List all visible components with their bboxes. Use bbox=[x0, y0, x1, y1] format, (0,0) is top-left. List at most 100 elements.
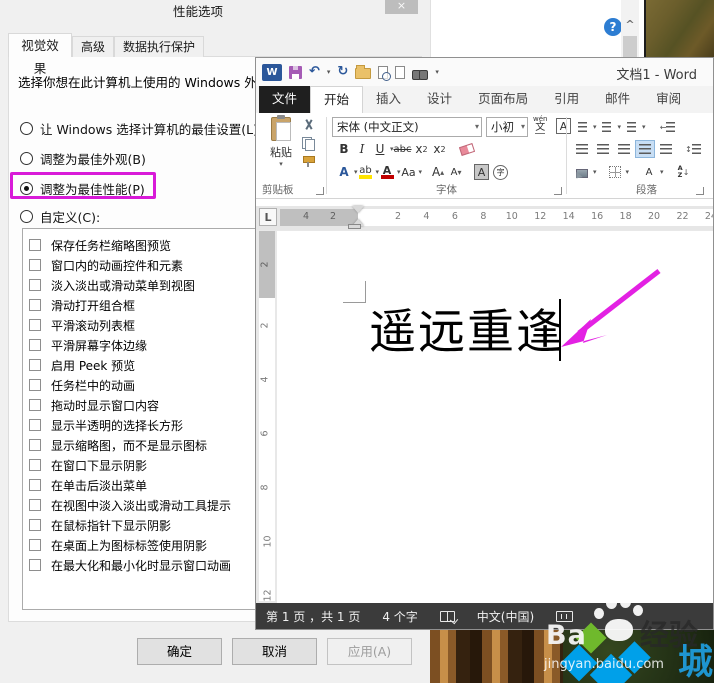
scroll-up-icon[interactable]: ^ bbox=[623, 18, 637, 32]
open-folder-icon[interactable] bbox=[355, 68, 371, 79]
ok-button[interactable]: 确定 bbox=[137, 638, 222, 665]
asian-layout-button[interactable]: A bbox=[639, 163, 659, 181]
visual-effect-item[interactable]: 在最大化和最小化时显示窗口动画 bbox=[29, 555, 231, 575]
asian-layout-dropdown-icon[interactable]: ▾ bbox=[660, 168, 664, 176]
subscript-button[interactable]: x2 bbox=[414, 140, 430, 158]
page-indicator[interactable]: 第 1 页 ，共 1 页 bbox=[266, 608, 360, 625]
bullets-button[interactable] bbox=[572, 118, 592, 136]
phonetic-guide-button[interactable]: wén文 bbox=[533, 116, 547, 134]
italic-button[interactable]: I bbox=[354, 140, 370, 158]
character-shading-button[interactable]: A bbox=[474, 164, 489, 180]
new-document-icon[interactable] bbox=[395, 66, 405, 79]
paste-button[interactable]: 粘贴 ▾ bbox=[264, 117, 298, 181]
checkbox-icon[interactable] bbox=[29, 379, 41, 391]
checkbox-icon[interactable] bbox=[29, 539, 41, 551]
find-binoculars-icon[interactable] bbox=[412, 70, 428, 79]
format-painter-icon[interactable] bbox=[302, 155, 314, 167]
text-effects-button[interactable]: A bbox=[336, 163, 352, 181]
scrollbar-thumb[interactable] bbox=[623, 36, 637, 57]
clear-formatting-icon[interactable] bbox=[458, 143, 474, 156]
radio-icon[interactable] bbox=[20, 122, 33, 135]
visual-effect-item[interactable]: 滑动打开组合框 bbox=[29, 295, 135, 315]
checkbox-icon[interactable] bbox=[29, 399, 41, 411]
save-icon[interactable] bbox=[289, 66, 302, 79]
visual-effect-item[interactable]: 在窗口下显示阴影 bbox=[29, 455, 147, 475]
tab-references[interactable]: 引用 bbox=[541, 86, 592, 113]
paragraph-dialog-launcher-icon[interactable] bbox=[696, 187, 704, 195]
visual-effect-item[interactable]: 启用 Peek 预览 bbox=[29, 355, 135, 375]
font-name-combobox[interactable]: 宋体 (中文正文) ▾ bbox=[332, 117, 482, 137]
justify-button[interactable] bbox=[635, 140, 655, 158]
line-spacing-button[interactable]: ↕ bbox=[683, 140, 703, 158]
tab-mailings[interactable]: 邮件 bbox=[592, 86, 643, 113]
radio-selected-icon[interactable] bbox=[20, 182, 33, 195]
background-scrollbar[interactable]: ^ bbox=[621, 0, 639, 57]
shading-button[interactable] bbox=[572, 163, 592, 181]
chevron-down-icon[interactable]: ▾ bbox=[475, 118, 479, 136]
checkbox-icon[interactable] bbox=[29, 319, 41, 331]
visual-effect-item[interactable]: 拖动时显示窗口内容 bbox=[29, 395, 159, 415]
visual-effect-item[interactable]: 显示缩略图，而不是显示图标 bbox=[29, 435, 207, 455]
checkbox-icon[interactable] bbox=[29, 459, 41, 471]
superscript-button[interactable]: x2 bbox=[432, 140, 448, 158]
checkbox-icon[interactable] bbox=[29, 439, 41, 451]
checkbox-icon[interactable] bbox=[29, 479, 41, 491]
checkbox-icon[interactable] bbox=[29, 239, 41, 251]
chevron-down-icon[interactable]: ▾ bbox=[521, 118, 525, 136]
shrink-font-button[interactable]: A▾ bbox=[448, 163, 464, 181]
bold-button[interactable]: B bbox=[336, 140, 352, 158]
change-case-button[interactable]: Aa bbox=[401, 163, 417, 181]
grow-font-button[interactable]: A▴ bbox=[430, 163, 446, 181]
checkbox-icon[interactable] bbox=[29, 299, 41, 311]
checkbox-icon[interactable] bbox=[29, 259, 41, 271]
numbering-button[interactable] bbox=[597, 118, 617, 136]
word-titlebar[interactable]: W ↶ ▾ ↻ ▾ 文档1 - Word bbox=[256, 58, 713, 86]
visual-effect-item[interactable]: 在视图中淡入淡出或滑动工具提示 bbox=[29, 495, 231, 515]
help-icon[interactable]: ? bbox=[604, 18, 622, 36]
copy-icon[interactable] bbox=[302, 137, 314, 149]
visual-effect-item[interactable]: 平滑屏幕字体边缘 bbox=[29, 335, 147, 355]
shading-dropdown-icon[interactable]: ▾ bbox=[593, 168, 597, 176]
visual-effect-item[interactable]: 在单击后淡出菜单 bbox=[29, 475, 147, 495]
tab-advanced[interactable]: 高级 bbox=[72, 36, 114, 57]
align-right-button[interactable] bbox=[614, 140, 634, 158]
word-count[interactable]: 4 个字 bbox=[382, 608, 417, 625]
checkbox-icon[interactable] bbox=[29, 419, 41, 431]
visual-effect-item[interactable]: 淡入淡出或滑动菜单到视图 bbox=[29, 275, 195, 295]
underline-button[interactable]: U bbox=[372, 140, 388, 158]
cancel-button[interactable]: 取消 bbox=[232, 638, 317, 665]
undo-dropdown-icon[interactable]: ▾ bbox=[327, 68, 331, 76]
proofing-icon[interactable] bbox=[440, 611, 455, 622]
cut-icon[interactable] bbox=[302, 119, 315, 131]
tab-insert[interactable]: 插入 bbox=[363, 86, 414, 113]
visual-effect-item[interactable]: 窗口内的动画控件和元素 bbox=[29, 255, 183, 275]
tab-visual-effects[interactable]: 视觉效果 bbox=[8, 33, 72, 57]
language-indicator[interactable]: 中文(中国) bbox=[477, 608, 534, 625]
checkbox-icon[interactable] bbox=[29, 499, 41, 511]
visual-effect-item[interactable]: 任务栏中的动画 bbox=[29, 375, 135, 395]
character-border-button[interactable]: A bbox=[556, 118, 571, 134]
strikethrough-button[interactable]: abc bbox=[394, 140, 412, 158]
tab-file[interactable]: 文件 bbox=[259, 86, 310, 113]
radio-let-windows-choose[interactable]: 让 Windows 选择计算机的最佳设置(L) bbox=[20, 118, 258, 138]
document-text[interactable]: 遥远重逢 bbox=[369, 293, 565, 362]
visual-effect-item[interactable]: 平滑滚动列表框 bbox=[29, 315, 135, 335]
tab-selector[interactable]: L bbox=[259, 208, 277, 226]
change-case-dropdown-icon[interactable]: ▾ bbox=[419, 168, 423, 176]
sort-button[interactable]: AZ↓ bbox=[674, 163, 694, 181]
enclose-characters-button[interactable]: 字 bbox=[493, 165, 508, 180]
undo-icon[interactable]: ↶ bbox=[309, 64, 320, 80]
multilevel-dropdown-icon[interactable]: ▾ bbox=[642, 123, 646, 131]
visual-effect-item[interactable]: 在桌面上为图标标签使用阴影 bbox=[29, 535, 207, 555]
visual-effect-item[interactable]: 保存任务栏缩略图预览 bbox=[29, 235, 171, 255]
checkbox-icon[interactable] bbox=[29, 519, 41, 531]
radio-icon[interactable] bbox=[20, 152, 33, 165]
tab-home[interactable]: 开始 bbox=[310, 86, 363, 113]
tab-page-layout[interactable]: 页面布局 bbox=[465, 86, 541, 113]
borders-dropdown-icon[interactable]: ▾ bbox=[626, 168, 630, 176]
text-highlight-button[interactable]: ab bbox=[358, 163, 374, 181]
checkbox-icon[interactable] bbox=[29, 559, 41, 571]
tab-design[interactable]: 设计 bbox=[414, 86, 465, 113]
radio-icon[interactable] bbox=[20, 210, 33, 223]
visual-effect-item[interactable]: 显示半透明的选择长方形 bbox=[29, 415, 183, 435]
